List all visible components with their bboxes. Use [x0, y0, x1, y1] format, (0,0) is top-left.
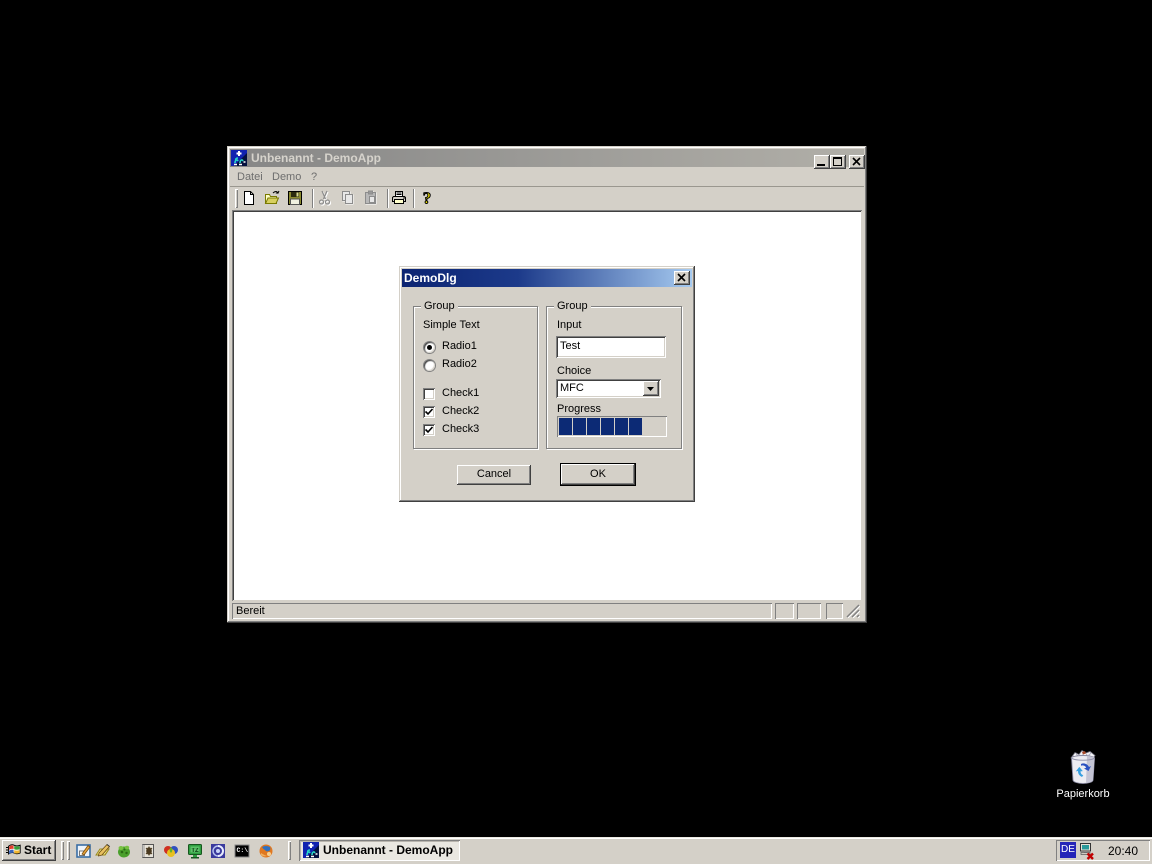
- svg-text:?: ?: [423, 190, 432, 206]
- svg-text:C:\: C:\: [237, 847, 249, 854]
- svg-text:TZ: TZ: [191, 848, 199, 854]
